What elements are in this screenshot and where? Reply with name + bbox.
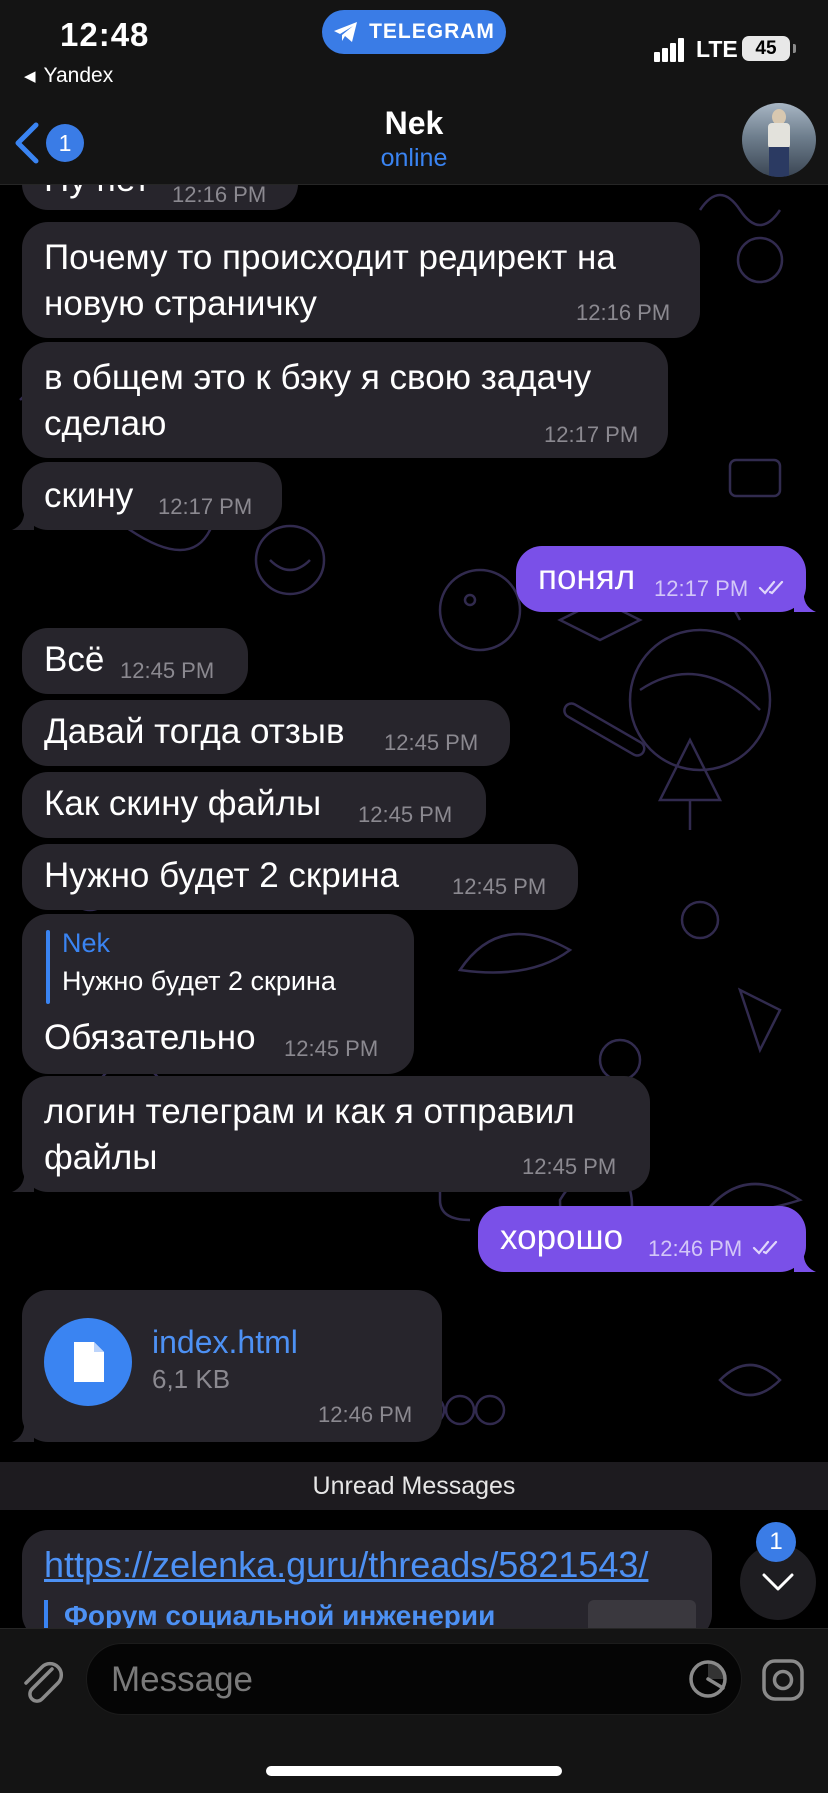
message-text: Как скину файлы [44, 784, 322, 823]
file-size: 6,1 KB [152, 1364, 231, 1394]
message-time: 12:17 PM [158, 494, 253, 519]
message-outgoing[interactable]: понял 12:17 PM [516, 546, 816, 612]
file-name[interactable]: index.html [152, 1324, 298, 1361]
message-incoming[interactable]: Как скину файлы 12:45 PM [22, 772, 486, 838]
message-time: 12:45 PM [284, 1036, 379, 1061]
message-time: 12:45 PM [120, 658, 215, 683]
message-input[interactable] [109, 1656, 673, 1704]
message-time: 12:16 PM [172, 182, 267, 207]
message-link-url[interactable]: https://zelenka.guru/threads/5821543/ [44, 1544, 648, 1586]
message-time: 12:45 PM [452, 874, 547, 899]
battery-icon: 45 [742, 36, 796, 61]
scroll-unread-badge: 1 [756, 1522, 796, 1562]
message-text: хорошо [500, 1218, 624, 1257]
contact-avatar[interactable] [742, 103, 816, 177]
sticker-icon[interactable] [687, 1658, 729, 1700]
message-text-line2: новую страничку [44, 284, 317, 323]
message-text: Нужно будет 2 скрина [44, 856, 400, 895]
battery-level: 45 [755, 37, 777, 59]
chevron-down-icon [762, 1573, 794, 1591]
message-text: Давай тогда отзыв [44, 712, 345, 751]
network-type: LTE [696, 36, 738, 62]
bubble-tail [12, 1170, 34, 1192]
message-text: Обязательно [44, 1018, 256, 1057]
message-text-line1: Почему то происходит редирект на [44, 238, 616, 277]
message-time: 12:17 PM [654, 576, 749, 601]
file-glyph-icon [74, 1342, 104, 1382]
message-incoming[interactable]: Всё 12:45 PM [22, 628, 248, 694]
back-app-label: Yandex [43, 64, 114, 87]
message-text-line2: сделаю [44, 404, 167, 443]
bubble-tail [794, 1250, 816, 1272]
telegram-plane-icon [334, 22, 358, 42]
document-icon[interactable] [44, 1318, 132, 1406]
bubble-tail [12, 1420, 34, 1442]
message-time: 12:46 PM [648, 1236, 743, 1261]
bubble-tail [794, 590, 816, 612]
unread-messages-divider: Unread Messages [0, 1462, 828, 1510]
message-incoming-reply[interactable]: Nek Нужно будет 2 скрина Обязательно 12:… [22, 914, 414, 1074]
message-text-line1: логин телеграм и как я отправил [44, 1092, 575, 1131]
message-incoming[interactable]: скину 12:17 PM [12, 462, 282, 530]
message-time: 12:45 PM [522, 1154, 617, 1179]
reply-author[interactable]: Nek [62, 928, 110, 959]
message-text: Всё [44, 640, 105, 679]
message-incoming[interactable]: в общем это к бэку я свою задачу сделаю … [22, 342, 668, 458]
reply-quote-bar [46, 930, 50, 1004]
back-triangle-icon: ◀ [24, 68, 36, 85]
message-time: 12:17 PM [544, 422, 639, 447]
message-input-field[interactable] [86, 1643, 742, 1715]
message-time: 12:16 PM [576, 300, 671, 325]
telegram-pill[interactable]: TELEGRAM [322, 10, 506, 54]
message-text: понял [538, 558, 636, 597]
message-file[interactable]: index.html 6,1 KB 12:46 PM [12, 1290, 442, 1442]
bubble-tail [12, 508, 34, 530]
signal-icon [654, 38, 684, 62]
contact-status: online [380, 144, 448, 172]
message-incoming[interactable]: логин телеграм и как я отправил файлы 12… [12, 1076, 650, 1192]
reply-quote-text[interactable]: Нужно будет 2 скрина [62, 966, 336, 997]
message-text-line2: файлы [44, 1138, 158, 1177]
message-incoming[interactable]: Почему то происходит редирект на новую с… [22, 222, 700, 338]
message-time: 12:45 PM [358, 802, 453, 827]
camera-icon[interactable] [760, 1655, 806, 1703]
paperclip-icon[interactable] [18, 1655, 66, 1705]
back-to-app-link[interactable]: ◀ Yandex [24, 64, 113, 88]
message-text-line1: в общем это к бэку я свою задачу [44, 358, 592, 397]
status-bar: 12:48 ◀ Yandex TELEGRAM LTE 45 [0, 0, 828, 100]
message-outgoing[interactable]: хорошо 12:46 PM [478, 1206, 816, 1272]
home-indicator[interactable] [266, 1766, 562, 1776]
message-text: скину [44, 476, 134, 515]
read-checkmarks-icon [758, 580, 784, 595]
message-incoming[interactable]: Нужно будет 2 скрина 12:45 PM [22, 844, 578, 910]
message-time: 12:46 PM [318, 1402, 413, 1427]
telegram-pill-label: TELEGRAM [369, 20, 495, 43]
message-link[interactable]: https://zelenka.guru/threads/5821543/ Фо… [22, 1530, 712, 1660]
contact-name[interactable]: Nek [0, 105, 828, 142]
status-time: 12:48 [60, 16, 150, 53]
message-time: 12:45 PM [384, 730, 479, 755]
read-checkmarks-icon [752, 1240, 778, 1255]
message-incoming[interactable]: Давай тогда отзыв 12:45 PM [22, 700, 510, 766]
